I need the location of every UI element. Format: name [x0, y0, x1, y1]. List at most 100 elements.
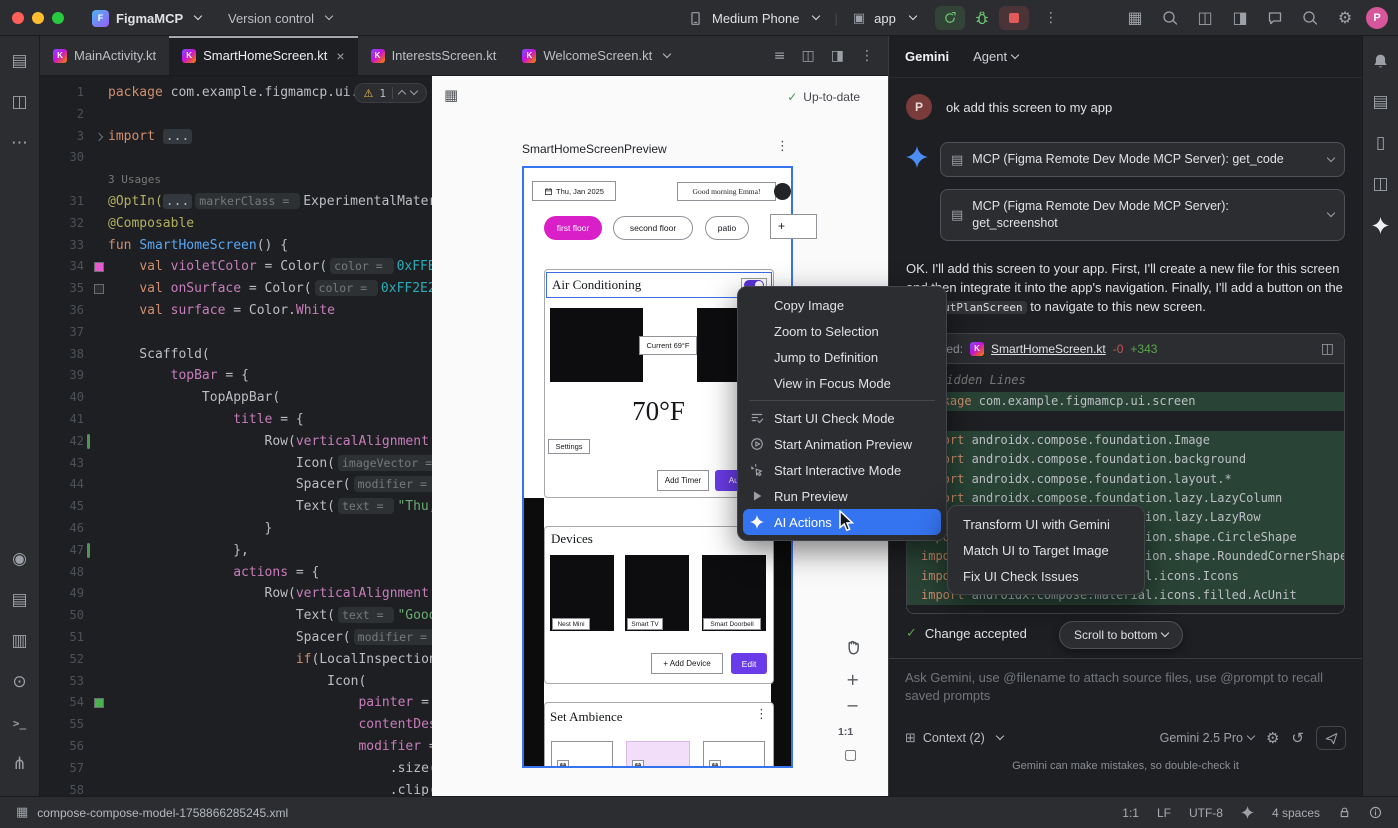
profile-avatar[interactable]: P	[1366, 7, 1388, 29]
fold-expand-icon[interactable]	[95, 132, 103, 140]
close-window-button[interactable]	[12, 12, 24, 24]
toolwindow-right-icon[interactable]: ◨	[1231, 9, 1249, 27]
code-line[interactable]: 48 actions = {	[40, 562, 432, 584]
device-explorer-icon[interactable]: ▤	[1366, 87, 1396, 117]
code-line[interactable]: 52 if(LocalInspectionMode.current) {	[40, 649, 432, 671]
prev-problem-icon[interactable]	[398, 90, 406, 98]
tool-call-chip[interactable]: ▤MCP (Figma Remote Dev Mode MCP Server):…	[940, 142, 1345, 177]
color-swatch[interactable]	[94, 262, 104, 272]
run-config-selector[interactable]: app	[874, 11, 896, 26]
code-line[interactable]: 55 contentDescription = null	[40, 714, 432, 736]
status-indent[interactable]: 4 spaces	[1272, 806, 1320, 820]
notifications-icon[interactable]	[1366, 46, 1396, 76]
preview-title[interactable]: SmartHomeScreenPreview	[522, 142, 667, 156]
code-line[interactable]: 58 .clip(CircleShape)	[40, 780, 432, 797]
menu-item-start-animation-preview[interactable]: Start Animation Preview	[743, 431, 941, 457]
debug-button[interactable]	[974, 10, 990, 26]
code-line[interactable]: 33fun SmartHomeScreen() {	[40, 235, 432, 257]
stop-button[interactable]	[999, 6, 1029, 30]
close-tab-icon[interactable]: ×	[336, 48, 344, 64]
commit-icon[interactable]: ◉	[5, 544, 35, 574]
send-button[interactable]	[1316, 726, 1346, 750]
zoom-in-button[interactable]: +	[846, 672, 859, 688]
code-line[interactable]: 36 val surface = Color.White	[40, 300, 432, 322]
code-line[interactable]: 43 Icon(imageVector = Icons.Default	[40, 453, 432, 475]
code-line[interactable]: 2	[40, 104, 432, 126]
context-selector[interactable]: ⊞ Context (2)	[905, 731, 1003, 745]
chip-second-floor[interactable]: second floor	[613, 216, 693, 240]
zoom-out-button[interactable]: −	[846, 698, 859, 714]
preview-options-kebab-icon[interactable]: ⋮	[776, 140, 789, 153]
menu-item-zoom-to-selection[interactable]: Zoom to Selection	[743, 318, 941, 344]
code-line[interactable]: 37	[40, 322, 432, 344]
add-timer-button[interactable]: Add Timer	[657, 470, 709, 491]
ambience-kebab-icon[interactable]: ⋮	[755, 708, 768, 721]
minimize-window-button[interactable]	[32, 12, 44, 24]
git-icon[interactable]: ⋔	[5, 749, 35, 779]
color-swatch[interactable]	[94, 284, 104, 294]
gemini-icon[interactable]	[1366, 210, 1396, 240]
code-line[interactable]: 53 Icon(	[40, 671, 432, 693]
code-line[interactable]: 44 Spacer(modifier = Modifier	[40, 474, 432, 496]
menu-item-transform-ui-with-gemini[interactable]: Transform UI with Gemini	[953, 511, 1139, 537]
ambience-card[interactable]	[626, 741, 690, 768]
avatar[interactable]	[774, 183, 791, 200]
code-line[interactable]: 47 },	[40, 540, 432, 562]
code-line[interactable]: 39 topBar = {	[40, 365, 432, 387]
created-filename-link[interactable]: SmartHomeScreen.kt	[991, 342, 1106, 356]
layers-icon[interactable]: ▤	[5, 585, 35, 615]
project-selector[interactable]: F FigmaMCP	[92, 0, 201, 36]
code-line[interactable]: 31@OptIn(...markerClass = ExperimentalMa…	[40, 191, 432, 213]
code-line[interactable]: 46 }	[40, 518, 432, 540]
code-line[interactable]: 51 Spacer(modifier = Modifier	[40, 627, 432, 649]
menu-item-match-ui-to-target-image[interactable]: Match UI to Target Image	[953, 537, 1139, 563]
code-line[interactable]: 40 TopAppBar(	[40, 387, 432, 409]
inspections-widget[interactable]: ⚠ 1	[354, 83, 428, 103]
expand-chevron-icon[interactable]	[1327, 153, 1335, 161]
history-icon[interactable]: ↺	[1291, 731, 1304, 746]
code-line[interactable]: 32@Composable	[40, 213, 432, 235]
tool-call-chip[interactable]: ▤MCP (Figma Remote Dev Mode MCP Server):…	[940, 189, 1345, 241]
code-line[interactable]: 3import ...	[40, 126, 432, 148]
ambience-card[interactable]	[551, 741, 613, 768]
menu-item-run-preview[interactable]: Run Preview	[743, 483, 941, 509]
code-editor[interactable]: 1package com.example.figmamcp.ui.screen2…	[40, 76, 432, 796]
hidden-lines-row[interactable]: ≡ Hidden Lines	[907, 368, 1344, 392]
app-insights-icon[interactable]: ◫	[1366, 169, 1396, 199]
layout-editor-icon[interactable]: ◨	[831, 49, 844, 63]
lock-icon[interactable]	[1338, 806, 1351, 819]
settings-gear-icon[interactable]: ⚙	[1336, 9, 1354, 27]
code-line[interactable]: 30	[40, 147, 432, 169]
rerun-button[interactable]	[935, 6, 965, 30]
code-line[interactable]: 45 Text(text = "Thu, Jan 2025"	[40, 496, 432, 518]
add-floor-chip[interactable]: +	[770, 214, 817, 239]
scroll-to-bottom-button[interactable]: Scroll to bottom	[1059, 621, 1183, 649]
running-devices-icon[interactable]: ▯	[1366, 128, 1396, 158]
date-chip[interactable]: Thu, Jan 2025	[532, 181, 616, 201]
feedback-chat-icon[interactable]	[1266, 9, 1284, 27]
settings-gear-icon[interactable]: ⚙	[1266, 731, 1279, 746]
ambience-card[interactable]	[703, 741, 765, 768]
split-editor-icon[interactable]: ◫	[802, 49, 815, 63]
expand-chevron-icon[interactable]	[1327, 209, 1335, 217]
next-problem-icon[interactable]	[410, 87, 418, 95]
gemini-prompt-input[interactable]	[905, 669, 1346, 715]
code-line[interactable]: 57 .size(48.dp)	[40, 758, 432, 780]
status-line-ending[interactable]: LF	[1157, 806, 1171, 820]
build-icon[interactable]: ▥	[5, 626, 35, 656]
tab-interestsscreen-kt[interactable]: KInterestsScreen.kt	[358, 36, 510, 75]
code-line[interactable]: 56 modifier = Modifier	[40, 736, 432, 758]
code-line[interactable]: 41 title = {	[40, 409, 432, 431]
status-encoding[interactable]: UTF-8	[1189, 806, 1223, 820]
code-line[interactable]: 34 val violetColor = Color(color = 0xFFB…	[40, 256, 432, 278]
preview-sync-status[interactable]: ✓ Up-to-date	[787, 90, 860, 104]
code-search-icon[interactable]	[1161, 9, 1179, 27]
info-icon[interactable]	[1369, 806, 1382, 819]
layout-grid-icon[interactable]: ▦	[1126, 9, 1144, 27]
project-folder-icon[interactable]: ▤	[5, 46, 35, 76]
tab-smarthomescreen-kt[interactable]: KSmartHomeScreen.kt×	[169, 36, 357, 75]
device-selector[interactable]: Medium Phone	[712, 11, 799, 26]
code-line[interactable]: 3 Usages	[40, 169, 432, 191]
agent-selector[interactable]: Agent	[973, 49, 1018, 64]
more-actions-icon[interactable]: ⋮	[1044, 11, 1058, 25]
